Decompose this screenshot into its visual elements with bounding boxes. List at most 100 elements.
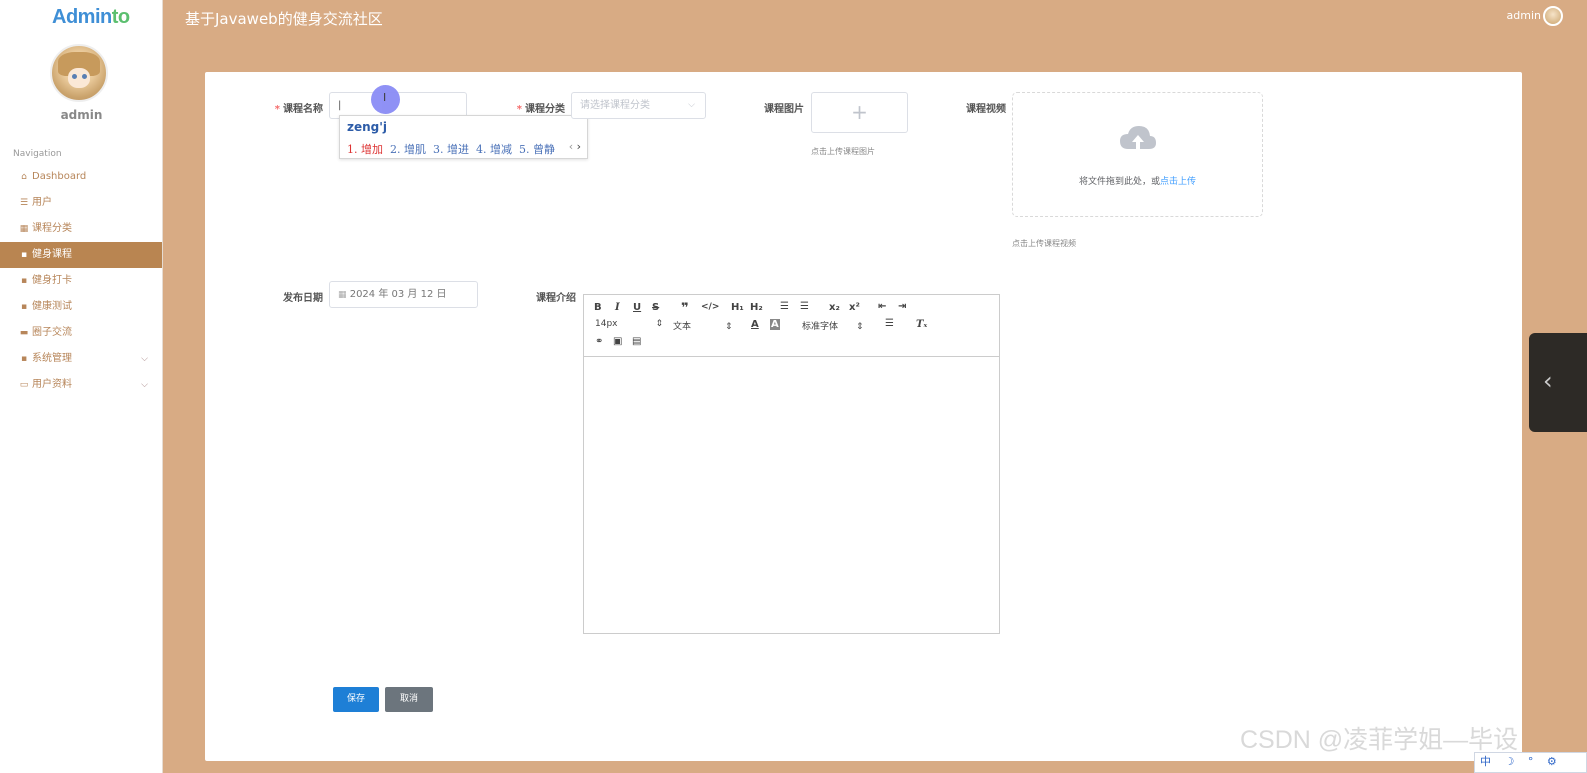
select-arrows-icon: ⇕ [856, 322, 864, 332]
indent-right-icon[interactable]: ⇥ [898, 301, 906, 312]
editor-content-area[interactable] [584, 358, 999, 633]
image-icon[interactable]: ▣ [613, 336, 622, 347]
header-username[interactable]: admin [1507, 9, 1541, 22]
select-arrows-icon: ⇕ [655, 319, 664, 329]
sidebar-item-label: 健康测试 [32, 301, 72, 312]
home-icon: ⌂ [21, 172, 27, 182]
plus-icon: + [851, 100, 868, 124]
apps-icon: ▪ [20, 354, 28, 364]
ime-candidate[interactable]: 4. 增减 [476, 143, 512, 156]
chevron-right-icon[interactable]: › [577, 140, 581, 153]
video-drag-text: 将文件拖到此处，或点击上传 [1078, 177, 1197, 187]
ime-page-nav[interactable]: ‹ › [569, 140, 581, 153]
sidebar-item-0[interactable]: ⌂ Dashboard [0, 164, 162, 190]
chevron-down-icon: ⌵ [141, 380, 148, 390]
sidebar-item-2[interactable]: ▦ 课程分类 [0, 216, 162, 242]
header1-button[interactable]: H₁ [731, 302, 744, 313]
course-name-label: * 课程名称 [274, 104, 323, 115]
cancel-button[interactable]: 取消 [385, 687, 433, 712]
bold-button[interactable]: B [594, 302, 602, 313]
sidebar-item-6[interactable]: ▬ 圈子交流 [0, 320, 162, 346]
apps-icon: ▪ [20, 250, 28, 260]
apps-icon: ▪ [20, 276, 28, 286]
sidebar-item-label: 圈子交流 [32, 327, 72, 338]
ime-candidate[interactable]: 1. 增加 [347, 143, 383, 156]
image-upload-button[interactable]: + [811, 92, 908, 133]
category-label: * 课程分类 [516, 104, 565, 115]
font-color-icon[interactable]: A [751, 319, 759, 330]
ime-candidate[interactable]: 2. 增肌 [390, 143, 426, 156]
superscript-button[interactable]: x² [849, 302, 860, 313]
chevron-down-icon: ⌵ [141, 354, 148, 364]
chevron-down-icon: ⌵ [688, 100, 695, 110]
video-upload-link[interactable]: 点击上传 [1160, 177, 1196, 187]
sidebar-item-1[interactable]: ☰ 用户 [0, 190, 162, 216]
apps-icon: ▪ [20, 302, 28, 312]
italic-button[interactable]: I [615, 302, 620, 313]
sidebar-item-label: 课程分类 [32, 223, 72, 234]
nav-section-title: Navigation [13, 149, 62, 159]
block-type-select[interactable]: 文本 ⇕ [673, 319, 733, 332]
sidebar-item-label: 健身打卡 [32, 275, 72, 286]
sidebar-item-label: 用户 [32, 197, 52, 208]
strike-button[interactable]: S [652, 302, 659, 313]
rich-text-editor: B I U S ❞ </> H₁ H₂ ☰ ☰ x₂ x² ⇤ ⇥ 14px ⇕ … [583, 294, 1000, 634]
pointer-highlight: I [371, 85, 400, 114]
ime-toolbar[interactable]: 中 ☽ ° ⚙ [1474, 752, 1587, 773]
indent-left-icon[interactable]: ⇤ [878, 301, 886, 312]
editor-toolbar: B I U S ❞ </> H₁ H₂ ☰ ☰ x₂ x² ⇤ ⇥ 14px ⇕ … [584, 295, 999, 357]
video-upload-dragger[interactable]: 将文件拖到此处，或点击上传 [1012, 92, 1263, 217]
chevron-left-icon[interactable]: ‹ [569, 140, 573, 153]
video-label: 课程视频 [966, 104, 1006, 115]
quote-icon[interactable]: ❞ [681, 301, 689, 316]
sidebar-item-label: 用户资料 [32, 379, 72, 390]
sidebar-item-7[interactable]: ▪ 系统管理 ⌵ [0, 346, 162, 372]
ordered-list-icon[interactable]: ☰ [780, 301, 789, 312]
watermark: CSDN @凌菲学姐—毕设 [1240, 726, 1519, 754]
ime-candidate[interactable]: 5. 曾静 [519, 143, 555, 156]
chevron-left-icon: ‹ [1543, 367, 1553, 395]
sidebar-item-3[interactable]: ▪ 健身课程 [0, 242, 162, 268]
app-logo[interactable]: Adminto [52, 6, 130, 29]
header2-button[interactable]: H₂ [750, 302, 763, 313]
sidebar-item-5[interactable]: ▪ 健康测试 [0, 294, 162, 320]
sidebar: Adminto admin Navigation ⌂ Dashboard ☰ 用户 ▦ 课… [0, 0, 163, 773]
cloud-upload-icon [1120, 126, 1156, 149]
align-icon[interactable]: ☰ [885, 318, 894, 329]
subscript-button[interactable]: x₂ [829, 302, 840, 313]
code-icon[interactable]: </> [701, 302, 719, 312]
video-upload-hint: 点击上传课程视频 [1012, 239, 1076, 248]
ime-candidates: 1. 增加 2. 增肌 3. 增进 4. 增减 5. 曾静 [347, 141, 562, 157]
save-button[interactable]: 保存 [333, 687, 379, 712]
text-cursor-icon: I [383, 91, 387, 104]
video-icon[interactable]: ▤ [632, 336, 641, 347]
date-picker[interactable]: ▦ 2024 年 03 月 12 日 [329, 281, 478, 308]
settings-drawer-handle[interactable]: ‹ [1529, 333, 1587, 432]
font-family-select[interactable]: 标准字体 ⇕ [802, 319, 864, 332]
bullet-list-icon[interactable]: ☰ [800, 301, 809, 312]
ime-candidate[interactable]: 3. 增进 [433, 143, 469, 156]
select-arrows-icon: ⇕ [725, 322, 733, 332]
link-icon[interactable]: ⚭ [595, 336, 603, 347]
image-label: 课程图片 [764, 104, 804, 115]
underline-button[interactable]: U [633, 302, 641, 313]
image-upload-hint: 点击上传课程图片 [811, 147, 875, 156]
grid-icon: ▦ [19, 224, 29, 234]
category-select[interactable]: 请选择课程分类 ⌵ [571, 92, 706, 119]
clear-format-icon[interactable]: Tₓ [916, 319, 927, 330]
page-header-title: 基于Javaweb的健身交流社区 [185, 10, 383, 28]
sidebar-item-8[interactable]: ▭ 用户资料 ⌵ [0, 372, 162, 398]
background-color-icon[interactable]: A [770, 319, 780, 330]
user-avatar[interactable] [50, 44, 108, 102]
sidebar-item-label: Dashboard [32, 171, 87, 182]
sidebar-item-4[interactable]: ▪ 健身打卡 [0, 268, 162, 294]
sidebar-username: admin [60, 108, 103, 122]
font-size-select[interactable]: 14px ⇕ [595, 319, 663, 329]
header-avatar[interactable] [1543, 6, 1563, 26]
card-icon: ▭ [19, 380, 29, 390]
ime-composition: zeng'j [347, 120, 388, 134]
calendar-icon: ▦ [338, 290, 347, 300]
briefcase-icon: ▬ [19, 328, 29, 338]
ime-candidate-window: zeng'j 1. 增加 2. 增肌 3. 增进 4. 增减 5. 曾静 ‹ › [339, 115, 588, 159]
sidebar-item-label: 健身课程 [32, 249, 72, 260]
